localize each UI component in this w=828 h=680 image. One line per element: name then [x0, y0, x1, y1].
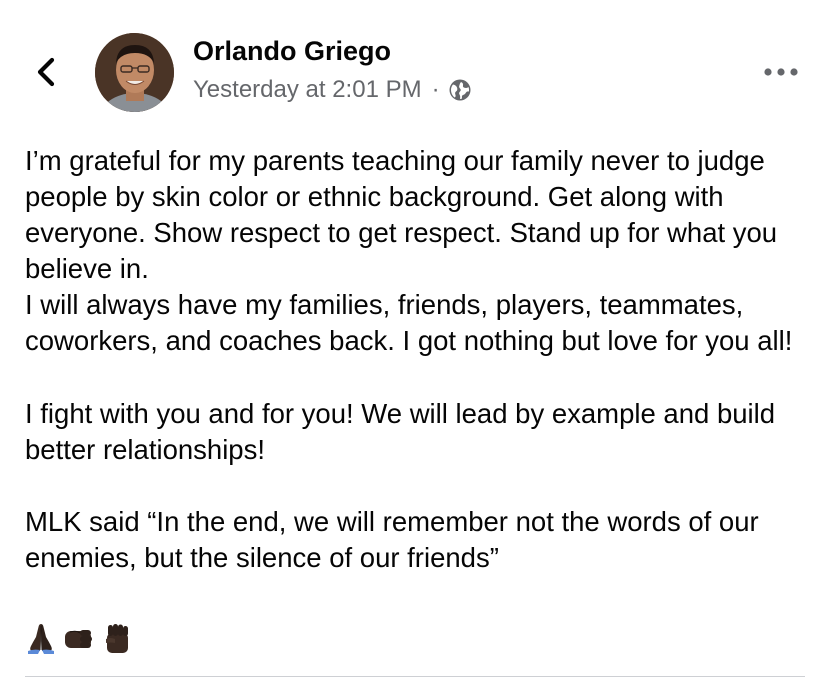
post-paragraph: I fight with you and for you! We will le…	[25, 397, 776, 465]
post-meta: Yesterday at 2:01 PM ·	[193, 76, 472, 104]
back-button[interactable]	[30, 52, 64, 92]
post-paragraph: MLK said “In the end, we will remember n…	[25, 505, 759, 573]
more-options-icon	[764, 68, 798, 76]
more-options-button[interactable]	[762, 60, 800, 84]
folded-hands-emoji	[28, 624, 54, 654]
raised-fist-emoji	[106, 624, 128, 653]
chevron-left-icon	[37, 57, 55, 87]
emoji-row	[24, 621, 134, 657]
post-text: I’m grateful for my parents teaching our…	[25, 143, 815, 576]
meta-separator: ·	[431, 76, 440, 103]
oncoming-fist-emoji	[65, 630, 92, 648]
post-header: Orlando Griego Yesterday at 2:01 PM ·	[0, 0, 828, 130]
globe-icon[interactable]	[448, 78, 472, 102]
post-divider	[25, 676, 805, 677]
post-timestamp[interactable]: Yesterday at 2:01 PM	[193, 76, 422, 104]
author-name[interactable]: Orlando Griego	[193, 36, 391, 67]
post-paragraph: I’m grateful for my parents teaching our…	[25, 145, 793, 357]
avatar[interactable]	[95, 33, 174, 112]
